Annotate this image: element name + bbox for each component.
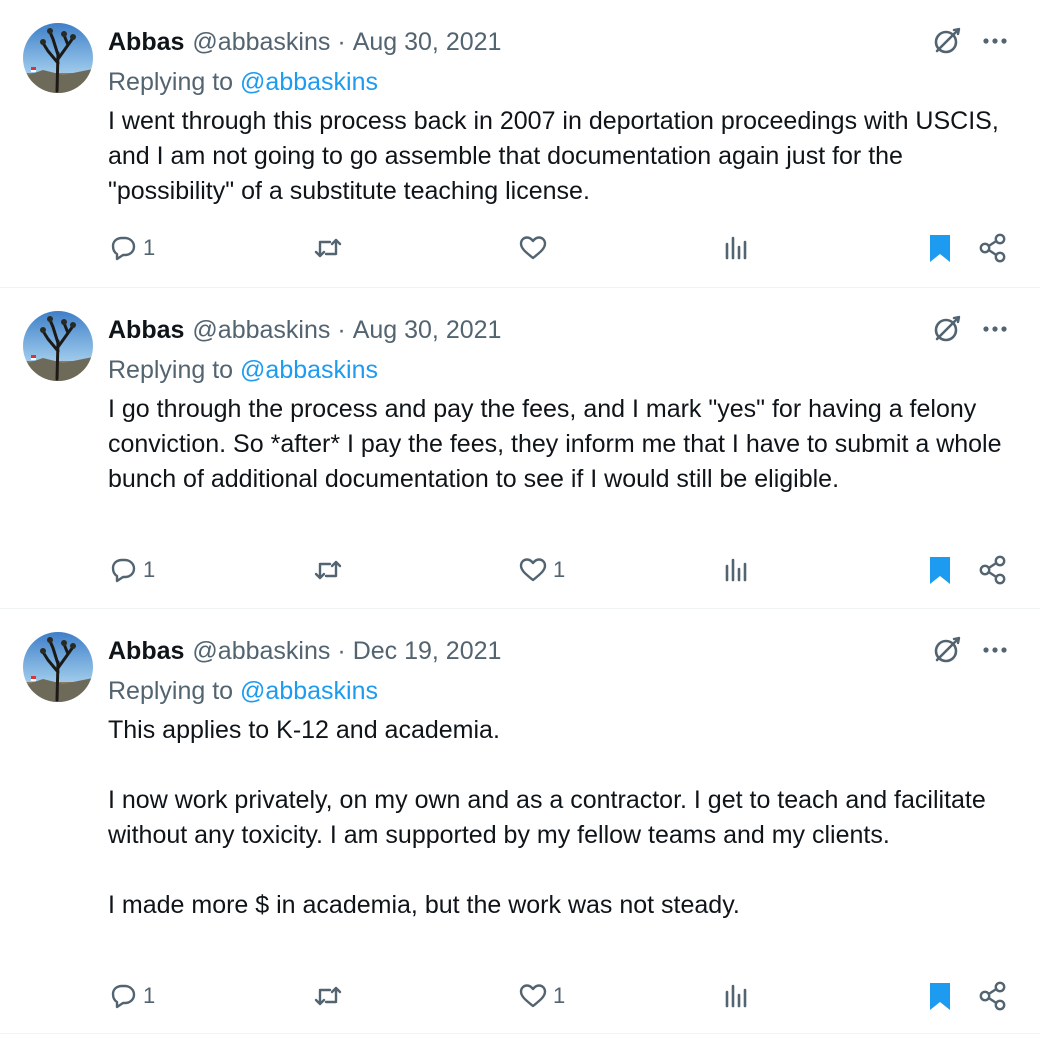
share-nodes-icon — [979, 981, 1006, 1011]
speech-bubble-icon — [111, 984, 136, 1009]
like-count: 1 — [553, 557, 566, 582]
author-handle[interactable]: @abbaskins — [192, 635, 330, 667]
bar-chart-icon — [725, 236, 747, 260]
tweet[interactable]: Abbas @abbaskins · Dec 19, 2021 Replying… — [0, 609, 1040, 1034]
bar-chart-icon — [725, 558, 747, 582]
replying-mention-link[interactable]: @abbaskins — [240, 677, 378, 705]
action-bar: 1 — [0, 228, 1040, 268]
share-nodes-icon — [979, 233, 1006, 263]
heart-icon — [519, 236, 547, 260]
speech-bubble-icon — [111, 236, 136, 261]
tweet-text: I went through this process back in 2007… — [108, 104, 1008, 209]
repost-arrows-icon — [314, 986, 342, 1006]
tweet-paragraph: I go through the process and pay the fee… — [108, 395, 1002, 493]
avatar[interactable] — [23, 23, 93, 93]
replying-prefix: Replying to — [108, 356, 234, 384]
author-name[interactable]: Abbas — [108, 314, 184, 346]
action-bar: 1 1 — [0, 976, 1040, 1016]
tweet-paragraph: This applies to K-12 and academia. — [108, 716, 500, 744]
speech-bubble-icon — [111, 558, 136, 583]
tweet-date[interactable]: Dec 19, 2021 — [353, 635, 502, 667]
heart-icon — [519, 558, 547, 582]
bookmark-button[interactable] — [925, 976, 955, 1016]
tweet-header: Abbas @abbaskins · Dec 19, 2021 — [108, 635, 501, 667]
reply-button[interactable]: 1 — [107, 228, 155, 268]
like-button[interactable]: 1 — [517, 976, 565, 1016]
replying-mention-link[interactable]: @abbaskins — [240, 356, 378, 384]
author-handle[interactable]: @abbaskins — [192, 26, 330, 58]
share-nodes-icon — [979, 555, 1006, 585]
separator-dot: · — [337, 637, 346, 665]
tweet-paragraph: I went through this process back in 2007… — [108, 107, 999, 205]
replying-prefix: Replying to — [108, 68, 234, 96]
repost-button[interactable] — [311, 228, 349, 268]
bookmark-button[interactable] — [925, 550, 955, 590]
bookmark-button[interactable] — [925, 228, 955, 268]
heart-icon — [519, 984, 547, 1008]
tweet-header: Abbas @abbaskins · Aug 30, 2021 — [108, 314, 501, 346]
author-handle[interactable]: @abbaskins — [192, 314, 330, 346]
repost-arrows-icon — [314, 560, 342, 580]
replying-mention-link[interactable]: @abbaskins — [240, 68, 378, 96]
tweet-text: I go through the process and pay the fee… — [108, 392, 1008, 497]
author-name[interactable]: Abbas — [108, 26, 184, 58]
tweet-date[interactable]: Aug 30, 2021 — [353, 314, 502, 346]
ellipsis-icon[interactable] — [980, 26, 1010, 56]
views-button[interactable] — [721, 550, 753, 590]
reply-count: 1 — [143, 983, 156, 1008]
reply-button[interactable]: 1 — [107, 550, 155, 590]
tweet[interactable]: Abbas @abbaskins · Aug 30, 2021 Replying… — [0, 288, 1040, 609]
reply-button[interactable]: 1 — [107, 976, 155, 1016]
views-button[interactable] — [721, 976, 753, 1016]
share-button[interactable] — [977, 976, 1009, 1016]
avatar[interactable] — [23, 632, 93, 702]
replying-to: Replying to @abbaskins — [108, 675, 378, 707]
reply-count: 1 — [143, 235, 156, 260]
replying-to: Replying to @abbaskins — [108, 66, 378, 98]
repost-button[interactable] — [311, 976, 349, 1016]
tweet[interactable]: Abbas @abbaskins · Aug 30, 2021 Replying… — [0, 0, 1040, 288]
tweet-header: Abbas @abbaskins · Aug 30, 2021 — [108, 26, 501, 58]
bookmark-filled-icon — [930, 983, 950, 1010]
ellipsis-icon[interactable] — [980, 635, 1010, 665]
like-count: 1 — [553, 983, 566, 1008]
bar-chart-icon — [725, 984, 747, 1008]
ellipsis-icon[interactable] — [980, 314, 1010, 344]
avatar[interactable] — [23, 311, 93, 381]
author-name[interactable]: Abbas — [108, 635, 184, 667]
grok-icon[interactable] — [930, 633, 964, 667]
like-button[interactable] — [517, 228, 553, 268]
tweet-paragraph: I now work privately, on my own and as a… — [108, 786, 986, 849]
share-button[interactable] — [977, 228, 1009, 268]
bookmark-filled-icon — [930, 235, 950, 262]
tweet-paragraph: I made more $ in academia, but the work … — [108, 891, 740, 919]
separator-dot: · — [337, 316, 346, 344]
share-button[interactable] — [977, 550, 1009, 590]
replying-prefix: Replying to — [108, 677, 234, 705]
tweet-text: This applies to K-12 and academia. I now… — [108, 713, 1008, 923]
repost-arrows-icon — [314, 238, 342, 258]
grok-icon[interactable] — [930, 24, 964, 58]
separator-dot: · — [337, 28, 346, 56]
repost-button[interactable] — [311, 550, 349, 590]
views-button[interactable] — [721, 228, 753, 268]
grok-icon[interactable] — [930, 312, 964, 346]
like-button[interactable]: 1 — [517, 550, 565, 590]
tweet-date[interactable]: Aug 30, 2021 — [353, 26, 502, 58]
replying-to: Replying to @abbaskins — [108, 354, 378, 386]
reply-count: 1 — [143, 557, 156, 582]
tweet-feed: Abbas @abbaskins · Aug 30, 2021 Replying… — [0, 0, 1040, 1040]
action-bar: 1 1 — [0, 550, 1040, 590]
bookmark-filled-icon — [930, 557, 950, 584]
